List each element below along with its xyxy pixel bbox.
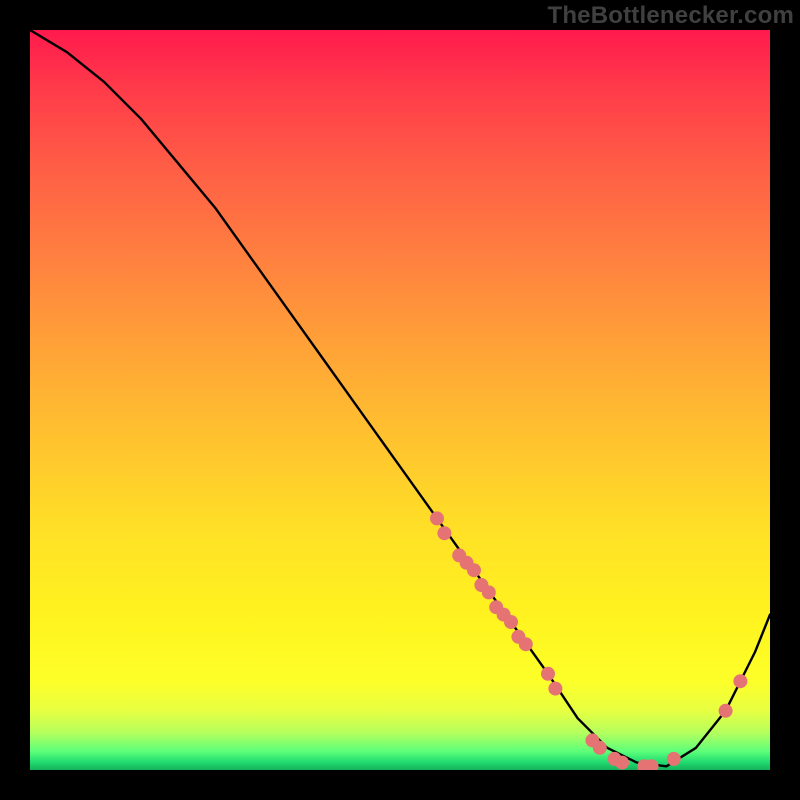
data-point xyxy=(437,526,451,540)
curve-layer xyxy=(30,30,770,766)
data-point xyxy=(482,585,496,599)
data-point xyxy=(667,752,681,766)
data-point xyxy=(519,637,533,651)
data-point xyxy=(548,682,562,696)
chart-svg xyxy=(30,30,770,770)
data-point xyxy=(504,615,518,629)
data-point xyxy=(615,756,629,770)
watermark-text: TheBottlenecker.com xyxy=(547,2,794,30)
data-point xyxy=(593,741,607,755)
bottleneck-curve xyxy=(30,30,770,766)
data-point xyxy=(541,667,555,681)
data-point xyxy=(733,674,747,688)
marker-layer xyxy=(430,511,747,770)
plot-area xyxy=(30,30,770,770)
data-point xyxy=(719,704,733,718)
data-point xyxy=(467,563,481,577)
chart-frame: TheBottlenecker.com xyxy=(0,0,800,800)
data-point xyxy=(430,511,444,525)
